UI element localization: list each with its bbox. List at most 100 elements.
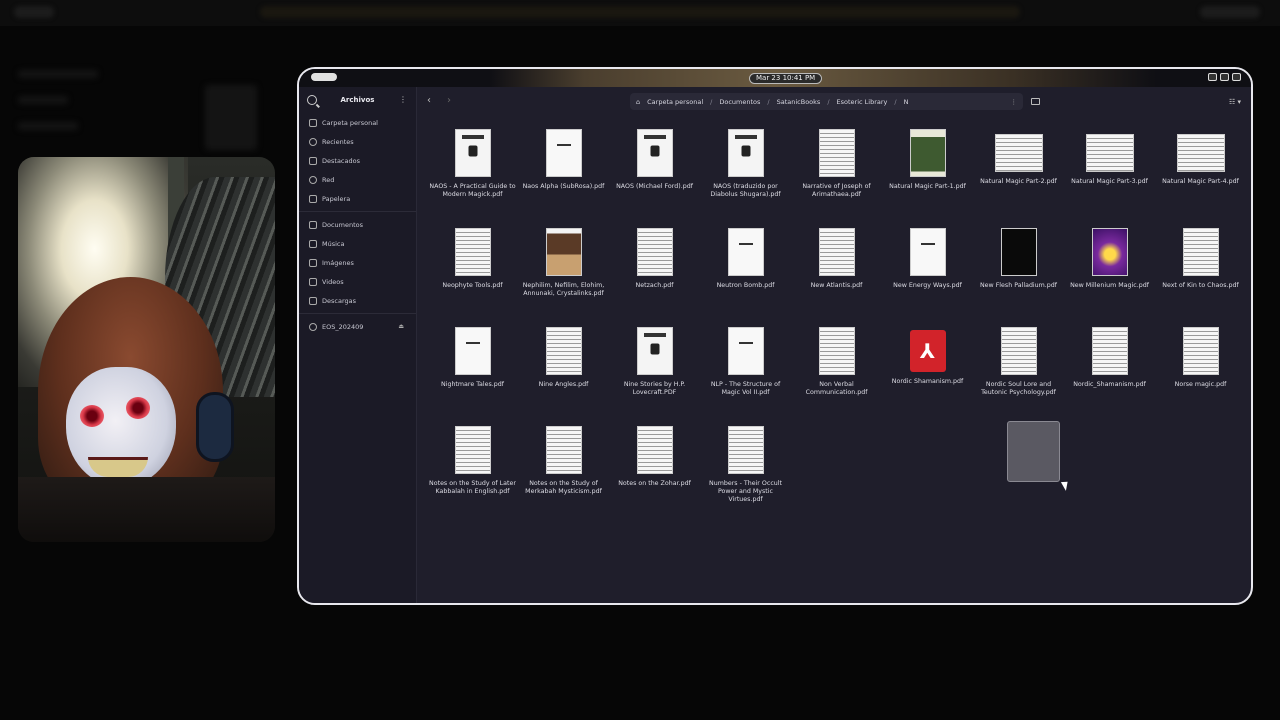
breadcrumb-item[interactable]: Documentos xyxy=(719,98,760,106)
clock-icon xyxy=(309,137,317,146)
sidebar-item-label: Red xyxy=(322,175,335,184)
breadcrumb-item[interactable]: Carpeta personal xyxy=(647,98,703,106)
file-thumbnail xyxy=(454,426,491,474)
file-thumbnail xyxy=(818,228,855,276)
breadcrumb-item[interactable]: Esoteric Library xyxy=(837,98,888,106)
file-thumbnail xyxy=(818,129,855,177)
forward-icon[interactable]: › xyxy=(447,96,451,106)
file-item[interactable]: Netzach.pdf xyxy=(609,228,700,317)
sidebar-item[interactable]: Videos xyxy=(299,272,416,291)
blurred-top-bar xyxy=(0,0,1280,26)
file-name: Notes on the Zohar.pdf xyxy=(618,480,691,487)
eject-icon[interactable]: ⏏ xyxy=(398,323,404,330)
sidebar-item[interactable]: Imágenes xyxy=(299,253,416,272)
header-bar: ‹ › ⌂ Carpeta personal / Documentos / Satanic… xyxy=(417,87,1251,115)
file-item[interactable]: Next of Kin to Chaos.pdf xyxy=(1155,228,1246,317)
tray-icon[interactable] xyxy=(1220,73,1229,81)
new-folder-icon[interactable] xyxy=(1031,98,1040,105)
breadcrumb-separator: / xyxy=(767,97,770,106)
file-item[interactable]: Nordic_Shamanism.pdf xyxy=(1064,327,1155,416)
file-item[interactable]: Neutron Bomb.pdf xyxy=(700,228,791,317)
file-name: Natural Magic Part-4.pdf xyxy=(1162,178,1239,185)
view-options-icon[interactable]: ☷ ▾ xyxy=(1229,98,1241,106)
file-name: Nine Angles.pdf xyxy=(538,381,589,388)
breadcrumb-item[interactable]: SatanicBooks xyxy=(777,98,821,106)
tray-icon[interactable] xyxy=(1208,73,1217,81)
file-manager-window: Mar 23 10:41 PM Archivos ⋮ Carpeta perso… xyxy=(297,67,1253,605)
file-item[interactable]: Nordic Soul Lore and Teutonic Psychology… xyxy=(973,327,1064,416)
file-thumbnail xyxy=(454,129,491,177)
file-thumbnail xyxy=(1182,327,1219,375)
kebab-menu-icon[interactable]: ⋮ xyxy=(399,96,407,104)
file-item[interactable]: Notes on the Zohar.pdf xyxy=(609,426,700,515)
breadcrumb-item[interactable]: N xyxy=(904,98,909,106)
sidebar-item[interactable]: Red xyxy=(299,170,416,189)
file-item[interactable]: Nine Angles.pdf xyxy=(518,327,609,416)
path-menu-icon[interactable]: ⋮ xyxy=(1011,98,1018,106)
file-thumbnail xyxy=(636,327,673,375)
file-item[interactable]: Nightmare Tales.pdf xyxy=(427,327,518,416)
file-item[interactable]: Natural Magic Part-3.pdf xyxy=(1064,129,1155,218)
file-item[interactable]: New Energy Ways.pdf xyxy=(882,228,973,317)
file-item[interactable]: Numbers - Their Occult Power and Mystic … xyxy=(700,426,791,515)
file-item[interactable]: Naos Alpha (SubRosa).pdf xyxy=(518,129,609,218)
file-name: Nine Stories by H.P. Lovecraft.PDF xyxy=(623,381,686,396)
image-icon xyxy=(309,258,317,267)
file-item[interactable]: Notes on the Study of Merkabah Mysticism… xyxy=(518,426,609,515)
download-icon xyxy=(309,296,317,305)
file-name: Nordic Soul Lore and Teutonic Psychology… xyxy=(981,381,1056,396)
file-item[interactable]: NLP - The Structure of Magic Vol II.pdf xyxy=(700,327,791,416)
file-name: Notes on the Study of Merkabah Mysticism… xyxy=(525,480,602,495)
back-icon[interactable]: ‹ xyxy=(427,96,431,106)
drive-icon xyxy=(309,322,317,331)
sidebar-places: Carpeta personal Recientes Destacados Red Pa… xyxy=(299,113,416,208)
file-item[interactable]: New Millenium Magic.pdf xyxy=(1064,228,1155,317)
file-item[interactable]: Natural Magic Part-1.pdf xyxy=(882,129,973,218)
file-item[interactable]: Natural Magic Part-4.pdf xyxy=(1155,129,1246,218)
file-item[interactable]: NAOS (Michael Ford).pdf xyxy=(609,129,700,218)
file-item[interactable]: New Atlantis.pdf xyxy=(791,228,882,317)
file-item[interactable]: Nine Stories by H.P. Lovecraft.PDF xyxy=(609,327,700,416)
sidebar-item[interactable]: EOS_202409 ⏏ xyxy=(299,317,416,336)
file-name: Nordic_Shamanism.pdf xyxy=(1073,381,1146,388)
activities-indicator[interactable] xyxy=(311,73,337,81)
blurred-background-window xyxy=(205,85,257,150)
file-item[interactable]: Natural Magic Part-2.pdf xyxy=(973,129,1064,218)
file-item[interactable]: NAOS - A Practical Guide to Modern Magic… xyxy=(427,129,518,218)
file-name: Neophyte Tools.pdf xyxy=(442,282,503,289)
sidebar-item[interactable]: Música xyxy=(299,234,416,253)
file-item[interactable]: New Flesh Palladium.pdf xyxy=(973,228,1064,317)
sidebar-item[interactable]: Documentos xyxy=(299,215,416,234)
file-item[interactable]: ⅄ Nordic Shamanism.pdf xyxy=(882,327,973,416)
system-tray[interactable] xyxy=(1208,73,1241,81)
network-icon xyxy=(309,175,317,184)
sidebar-item[interactable]: Carpeta personal xyxy=(299,113,416,132)
sidebar-item[interactable]: Recientes xyxy=(299,132,416,151)
file-item[interactable]: Nephilim, Nefilim, Elohim, Annunaki, Cry… xyxy=(518,228,609,317)
file-item[interactable]: Notes on the Study of Later Kabbalah in … xyxy=(427,426,518,515)
file-item[interactable]: Norse magic.pdf xyxy=(1155,327,1246,416)
file-thumbnail xyxy=(454,327,491,375)
file-thumbnail xyxy=(909,129,946,177)
drag-preview xyxy=(1007,421,1060,482)
sidebar-item[interactable]: Papelera xyxy=(299,189,416,208)
file-thumbnail xyxy=(727,129,764,177)
file-item[interactable]: Non Verbal Communication.pdf xyxy=(791,327,882,416)
star-icon xyxy=(309,156,317,165)
file-item[interactable]: Neophyte Tools.pdf xyxy=(427,228,518,317)
file-name: NAOS - A Practical Guide to Modern Magic… xyxy=(429,183,516,198)
webcam-headset xyxy=(196,392,234,462)
file-thumbnail xyxy=(1091,327,1128,375)
clock[interactable]: Mar 23 10:41 PM xyxy=(749,73,823,84)
blurred-background-text xyxy=(18,96,68,104)
file-item[interactable]: NAOS (traduzido por Diabolus Shugara).pd… xyxy=(700,129,791,218)
sidebar-divider xyxy=(299,313,416,314)
file-name: Nordic Shamanism.pdf xyxy=(891,378,964,385)
sidebar-item[interactable]: Descargas xyxy=(299,291,416,310)
tray-icon[interactable] xyxy=(1232,73,1241,81)
file-name: Numbers - Their Occult Power and Mystic … xyxy=(709,480,782,503)
sidebar-item[interactable]: Destacados xyxy=(299,151,416,170)
file-thumbnail xyxy=(1000,327,1037,375)
file-item[interactable]: Narrative of Joseph of Arimathaea.pdf xyxy=(791,129,882,218)
breadcrumb-separator: / xyxy=(710,97,713,106)
